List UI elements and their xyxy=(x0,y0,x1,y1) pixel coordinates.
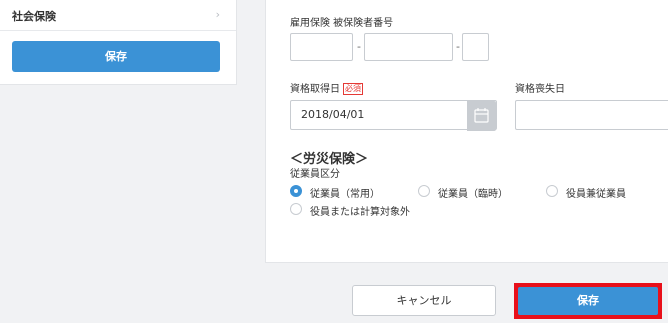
save-button[interactable]: 保存 xyxy=(518,287,658,315)
radio-label: 役員兼従業員 xyxy=(566,189,626,200)
acquisition-date-label-text: 資格取得日 xyxy=(290,84,340,95)
employment-insurance-label: 雇用保険 被保険者番号 xyxy=(290,18,394,29)
calendar-icon xyxy=(474,108,489,123)
cancel-button[interactable]: キャンセル xyxy=(352,285,496,316)
separator-dash: - xyxy=(357,40,361,53)
employment-insurance-number-part1[interactable] xyxy=(290,33,353,61)
radio-dot xyxy=(290,203,302,215)
sidebar-item-social-insurance[interactable]: 社会保険 › xyxy=(0,0,236,31)
required-badge: 必須 xyxy=(343,83,363,95)
radio-label: 従業員（臨時） xyxy=(438,189,508,200)
acquisition-date-label: 資格取得日 必須 xyxy=(290,80,363,95)
acquisition-date-value: 2018/04/01 xyxy=(301,108,365,121)
employment-insurance-number-part2[interactable] xyxy=(364,33,453,61)
save-button-highlight: 保存 xyxy=(514,283,662,319)
sidebar-item-label: 社会保険 xyxy=(12,10,56,23)
loss-date-label: 資格喪失日 xyxy=(515,84,565,95)
radio-dot xyxy=(290,185,302,197)
loss-date-input[interactable] xyxy=(515,100,668,130)
separator-dash: - xyxy=(456,40,460,53)
chevron-right-icon: › xyxy=(215,8,220,21)
calendar-button[interactable] xyxy=(467,101,496,131)
radio-label: 役員または計算対象外 xyxy=(310,207,410,218)
radio-dot xyxy=(546,185,558,197)
acquisition-date-input[interactable]: 2018/04/01 xyxy=(290,100,497,131)
form-card: 雇用保険 被保険者番号 - - 資格取得日 必須 2018/04/01 資格喪失日… xyxy=(265,0,668,263)
employee-category-label: 従業員区分 xyxy=(290,169,340,180)
employment-insurance-number-part3[interactable] xyxy=(462,33,489,61)
sidebar: 社会保険 › 保存 xyxy=(0,0,237,85)
sidebar-save-button[interactable]: 保存 xyxy=(12,41,220,72)
radio-label: 従業員（常用） xyxy=(310,189,380,200)
radio-dot xyxy=(418,185,430,197)
